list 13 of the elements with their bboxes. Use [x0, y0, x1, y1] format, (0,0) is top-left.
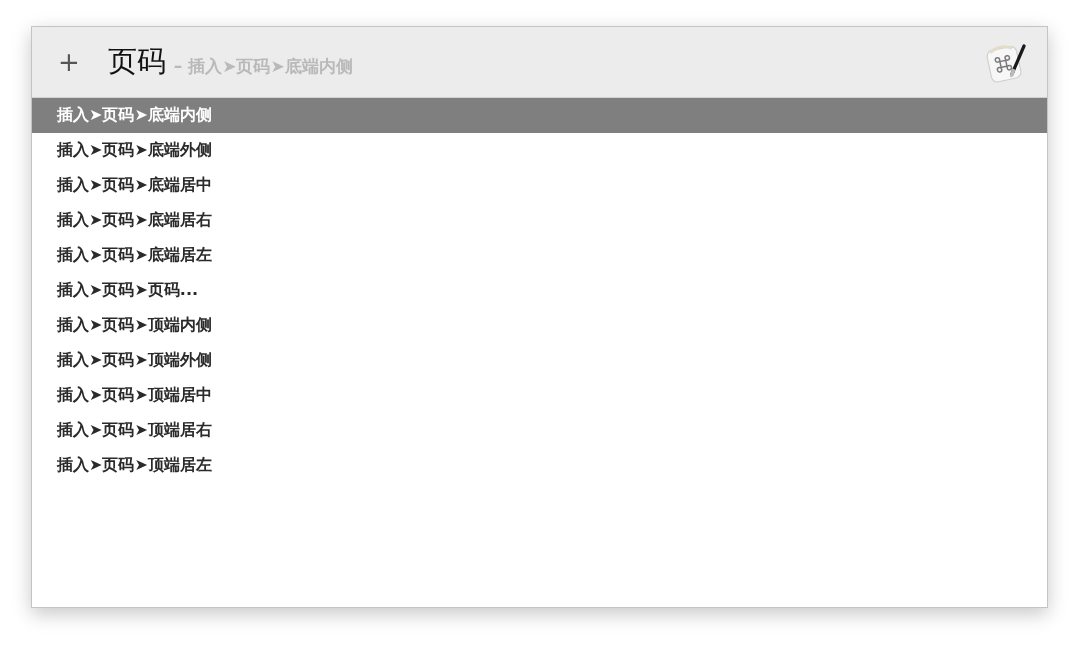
result-item[interactable]: 插入➤页码➤底端居中 — [32, 168, 1047, 203]
result-item[interactable]: 插入➤页码➤页码... — [32, 273, 1047, 308]
result-item[interactable]: 插入➤页码➤底端内侧 — [32, 98, 1047, 133]
add-button[interactable]: + — [52, 49, 86, 75]
query-title: 页码 — [107, 43, 166, 80]
result-item[interactable]: 插入➤页码➤底端居右 — [32, 203, 1047, 238]
result-item[interactable]: 插入➤页码➤顶端外侧 — [32, 343, 1047, 378]
result-item[interactable]: 插入➤页码➤顶端居中 — [32, 378, 1047, 413]
result-item[interactable]: 插入➤页码➤顶端居右 — [32, 413, 1047, 448]
result-item[interactable]: 插入➤页码➤顶端内侧 — [32, 308, 1047, 343]
result-item[interactable]: 插入➤页码➤顶端居左 — [32, 448, 1047, 483]
result-item[interactable]: 插入➤页码➤底端居左 — [32, 238, 1047, 273]
result-item[interactable]: 插入➤页码➤底端外侧 — [32, 133, 1047, 168]
